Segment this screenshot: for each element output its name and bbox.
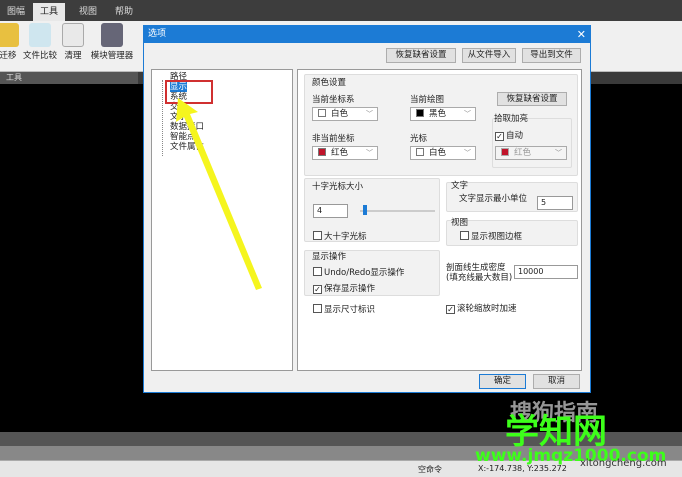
watermark-xitong: xitongcheng.com: [580, 458, 667, 469]
arrow-icon: [176, 98, 262, 290]
